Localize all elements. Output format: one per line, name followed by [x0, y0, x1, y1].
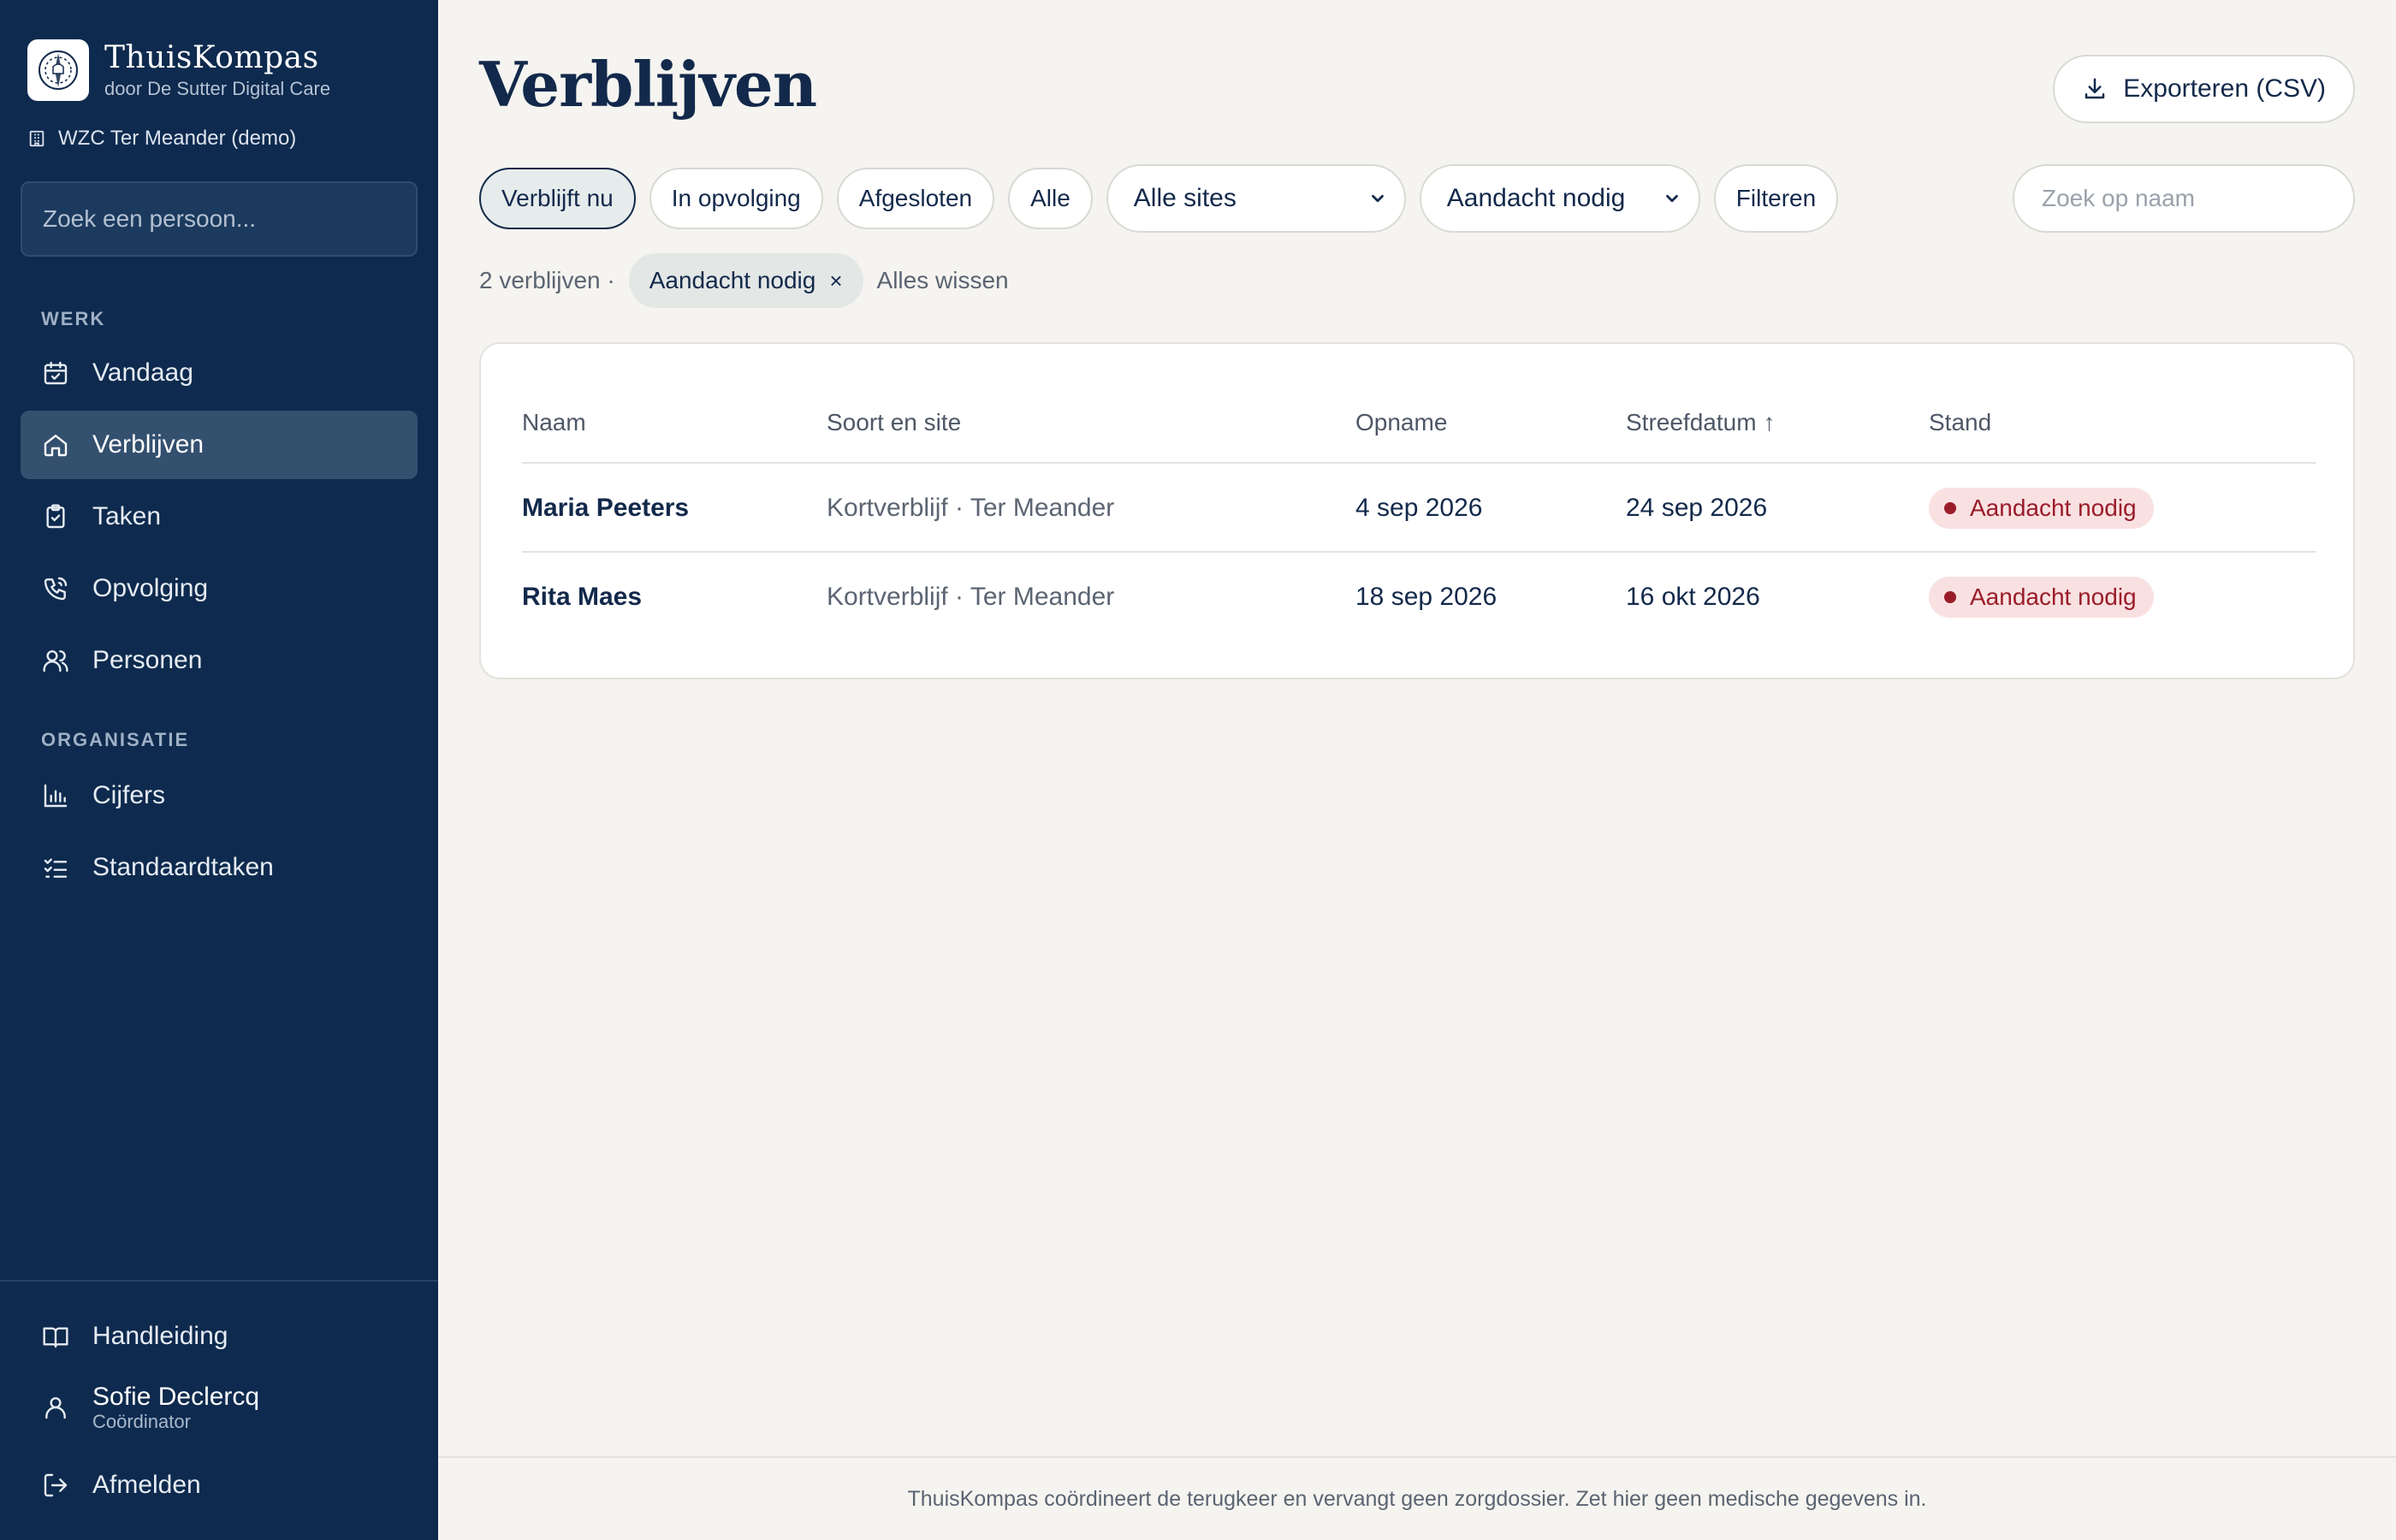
tab-alle[interactable]: Alle: [1008, 168, 1093, 229]
status-dot-icon: [1944, 591, 1956, 603]
sidebar-item-cijfers[interactable]: Cijfers: [21, 761, 418, 830]
status-select[interactable]: Aandacht nodig: [1419, 164, 1700, 233]
organisation-name: WZC Ter Meander (demo): [58, 127, 297, 150]
sidebar-item-label: Cijfers: [92, 781, 166, 809]
sidebar-item-label: Taken: [92, 502, 162, 530]
brand[interactable]: ThuisKompas door De Sutter Digital Care: [27, 39, 330, 101]
logout-icon: [41, 1471, 70, 1500]
tab-in-opvolging[interactable]: In opvolging: [649, 168, 823, 229]
stays-table-card: Naam Soort en site Opname Streefdatum ↑ …: [479, 342, 2355, 679]
chevron-down-icon: [1368, 189, 1387, 208]
sort-ascending-icon: ↑: [1763, 409, 1776, 435]
active-filter-chip-label: Aandacht nodig: [649, 267, 816, 293]
row-name[interactable]: Maria Peeters: [522, 464, 689, 553]
brand-name: ThuisKompas: [104, 40, 319, 75]
close-icon[interactable]: ×: [829, 268, 842, 294]
site-select[interactable]: Alle sites: [1106, 164, 1406, 233]
sidebar-item-label: Vandaag: [92, 358, 193, 387]
section-label-organisatie: ORGANISATIE: [41, 729, 190, 750]
sidebar-item-verblijven[interactable]: Verblijven: [21, 411, 418, 479]
sidebar-item-handleiding[interactable]: Handleiding: [21, 1302, 418, 1371]
export-csv-label: Exporteren (CSV): [2123, 74, 2326, 103]
brand-logo-icon: [27, 39, 89, 101]
sidebar-item-opvolging[interactable]: Opvolging: [21, 554, 418, 623]
sidebar-item-label: Standaardtaken: [92, 853, 274, 881]
row-type-site: Kortverblijf · Ter Meander: [827, 583, 1115, 611]
download-icon: [2082, 76, 2108, 102]
chevron-down-icon: [1663, 189, 1681, 208]
sidebar-item-vandaag[interactable]: Vandaag: [21, 339, 418, 407]
status-dot-icon: [1944, 502, 1956, 514]
home-icon: [41, 430, 70, 459]
export-csv-button[interactable]: Exporteren (CSV): [2053, 55, 2355, 123]
status-badge: Aandacht nodig: [1929, 577, 2154, 618]
status-select-value: Aandacht nodig: [1446, 184, 1626, 212]
table-row[interactable]: Rita Maes Kortverblijf · Ter Meander 18 …: [522, 553, 2316, 642]
status-badge-label: Aandacht nodig: [1970, 495, 2137, 521]
users-icon: [41, 646, 70, 675]
column-header-soort[interactable]: Soort en site: [827, 409, 961, 436]
table-row[interactable]: Maria Peeters Kortverblijf · Ter Meander…: [522, 464, 2316, 553]
active-filter-chip: Aandacht nodig ×: [628, 253, 863, 308]
page-title: Verblijven: [479, 48, 817, 121]
phone-icon: [41, 574, 70, 603]
user-name: Sofie Declercq: [92, 1383, 260, 1411]
sidebar-item-taken[interactable]: Taken: [21, 483, 418, 551]
active-filters: 2 verblijven · Aandacht nodig × Alles wi…: [479, 253, 1009, 308]
row-type-site: Kortverblijf · Ter Meander: [827, 494, 1115, 522]
name-search-input[interactable]: [2013, 164, 2355, 233]
brand-subtitle: door De Sutter Digital Care: [104, 78, 331, 99]
person-search-input[interactable]: [21, 181, 418, 257]
user-role: Coördinator: [92, 1411, 191, 1432]
filter-button[interactable]: Filteren: [1713, 164, 1839, 233]
filter-bar: Verblijft nu In opvolging Afgesloten All…: [479, 164, 1852, 233]
row-admission-date: 18 sep 2026: [1355, 583, 1498, 611]
sidebar: ThuisKompas door De Sutter Digital Care …: [0, 0, 438, 1540]
result-count: 2 verblijven ·: [479, 267, 615, 293]
row-name[interactable]: Rita Maes: [522, 553, 642, 642]
clipboard-check-icon: [41, 502, 70, 531]
column-header-opname[interactable]: Opname: [1355, 409, 1447, 436]
status-badge: Aandacht nodig: [1929, 488, 2154, 529]
section-label-work: WERK: [41, 308, 106, 329]
page-footer: ThuisKompas coördineert de terugkeer en …: [438, 1456, 2396, 1540]
column-header-naam[interactable]: Naam: [522, 409, 586, 436]
column-header-stand[interactable]: Stand: [1929, 409, 1991, 436]
column-header-streefdatum-label: Streefdatum: [1626, 409, 1757, 435]
site-select-value: Alle sites: [1133, 184, 1237, 212]
sidebar-item-label: Handleiding: [92, 1322, 228, 1350]
clear-all-link[interactable]: Alles wissen: [877, 267, 1009, 294]
sidebar-item-label: Opvolging: [92, 574, 209, 602]
checklist-icon: [41, 853, 70, 882]
sidebar-item-standaardtaken[interactable]: Standaardtaken: [21, 833, 418, 902]
row-target-date: 16 okt 2026: [1626, 583, 1760, 611]
row-status: Aandacht nodig: [1929, 464, 2154, 553]
row-target-date: 24 sep 2026: [1626, 494, 1768, 522]
building-icon: [27, 129, 46, 148]
organisation-label: WZC Ter Meander (demo): [27, 127, 296, 151]
sidebar-divider: [0, 1280, 438, 1282]
column-header-streefdatum[interactable]: Streefdatum ↑: [1626, 409, 1776, 436]
tab-verblijft-nu[interactable]: Verblijft nu: [479, 168, 636, 229]
book-icon: [41, 1322, 70, 1351]
table-header: Naam Soort en site Opname Streefdatum ↑ …: [522, 392, 2316, 464]
current-user[interactable]: Sofie Declercq Coördinator: [41, 1383, 259, 1432]
status-badge-label: Aandacht nodig: [1970, 583, 2137, 610]
row-status: Aandacht nodig: [1929, 553, 2154, 642]
sidebar-item-label: Afmelden: [92, 1471, 201, 1499]
user-icon: [41, 1393, 70, 1422]
row-admission-date: 4 sep 2026: [1355, 494, 1483, 522]
tab-afgesloten[interactable]: Afgesloten: [836, 168, 995, 229]
sidebar-item-afmelden[interactable]: Afmelden: [21, 1451, 418, 1519]
bar-chart-icon: [41, 781, 70, 810]
sidebar-item-label: Verblijven: [92, 430, 205, 459]
main-content: Verblijven Exporteren (CSV) Verblijft nu…: [438, 0, 2396, 1540]
sidebar-item-personen[interactable]: Personen: [21, 626, 418, 695]
calendar-check-icon: [41, 358, 70, 388]
sidebar-item-label: Personen: [92, 646, 203, 674]
